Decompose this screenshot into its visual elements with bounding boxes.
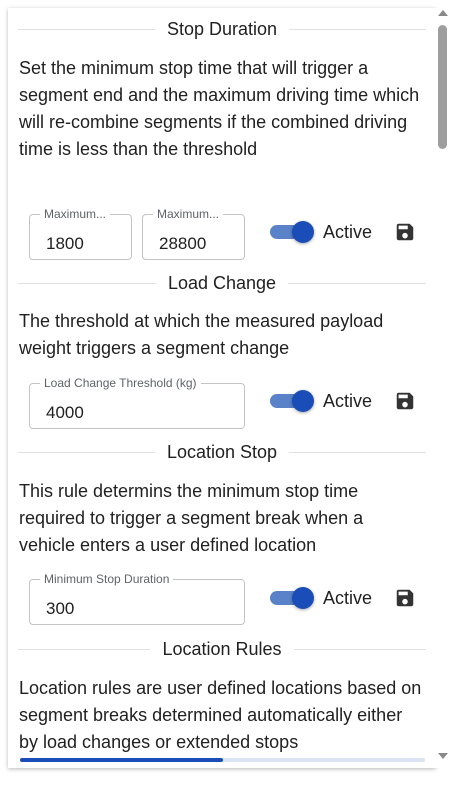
- section-description: Set the minimum stop time that will trig…: [19, 58, 420, 159]
- settings-panel: Stop Duration Set the minimum stop time …: [8, 8, 436, 768]
- divider: [289, 28, 427, 30]
- active-toggle[interactable]: [268, 587, 314, 609]
- active-label: Active: [323, 391, 373, 411]
- section-title: Stop Duration: [166, 18, 278, 39]
- divider: [18, 451, 155, 453]
- field-value[interactable]: 300: [46, 599, 74, 619]
- save-icon[interactable]: [394, 221, 416, 243]
- toggle-thumb[interactable]: [292, 221, 314, 243]
- arrow-up-icon[interactable]: [438, 10, 448, 16]
- section-description: This rule determins the minimum stop tim…: [19, 481, 364, 555]
- active-toggle[interactable]: [268, 221, 314, 243]
- scrollbar-thumb[interactable]: [438, 25, 447, 149]
- active-label: Active: [323, 222, 373, 242]
- field-label: Maximum...: [153, 207, 224, 221]
- divider: [18, 648, 151, 650]
- load-change-threshold-field[interactable]: Load Change Threshold (kg) 4000: [29, 376, 245, 429]
- divider: [293, 648, 427, 650]
- arrow-down-icon[interactable]: [438, 753, 448, 759]
- section-description: The threshold at which the measured payl…: [19, 311, 384, 358]
- toggle-thumb[interactable]: [292, 587, 314, 609]
- field-value[interactable]: 1800: [46, 234, 84, 254]
- progress-bar: [20, 758, 425, 762]
- active-label: Active: [323, 588, 373, 608]
- save-icon[interactable]: [394, 390, 416, 412]
- section-title: Location Stop: [166, 441, 278, 462]
- section-header: Location Rules: [18, 637, 427, 661]
- save-icon[interactable]: [394, 587, 416, 609]
- divider: [18, 282, 156, 284]
- field-value[interactable]: 28800: [159, 234, 206, 254]
- divider: [288, 282, 427, 284]
- field-value[interactable]: 4000: [46, 403, 84, 423]
- section-description: Location rules are user defined location…: [19, 678, 422, 752]
- divider: [18, 28, 155, 30]
- section-header: Stop Duration: [18, 17, 427, 41]
- field-label: Load Change Threshold (kg): [40, 376, 201, 390]
- minimum-stop-duration-field[interactable]: Minimum Stop Duration 300: [29, 572, 245, 625]
- scrollbar[interactable]: [436, 8, 450, 768]
- field-label: Minimum Stop Duration: [40, 572, 174, 586]
- section-title: Load Change: [167, 272, 277, 293]
- minimum-stop-time-field[interactable]: Maximum... 1800: [29, 207, 132, 260]
- divider: [289, 451, 426, 453]
- section-header: Location Stop: [18, 440, 426, 464]
- section-title: Location Rules: [162, 638, 282, 659]
- field-label: Maximum...: [40, 207, 111, 221]
- active-toggle[interactable]: [268, 390, 314, 412]
- toggle-thumb[interactable]: [292, 390, 314, 412]
- maximum-driving-time-field[interactable]: Maximum... 28800: [142, 207, 245, 260]
- section-header: Load Change: [18, 271, 427, 295]
- progress-fill: [20, 758, 223, 762]
